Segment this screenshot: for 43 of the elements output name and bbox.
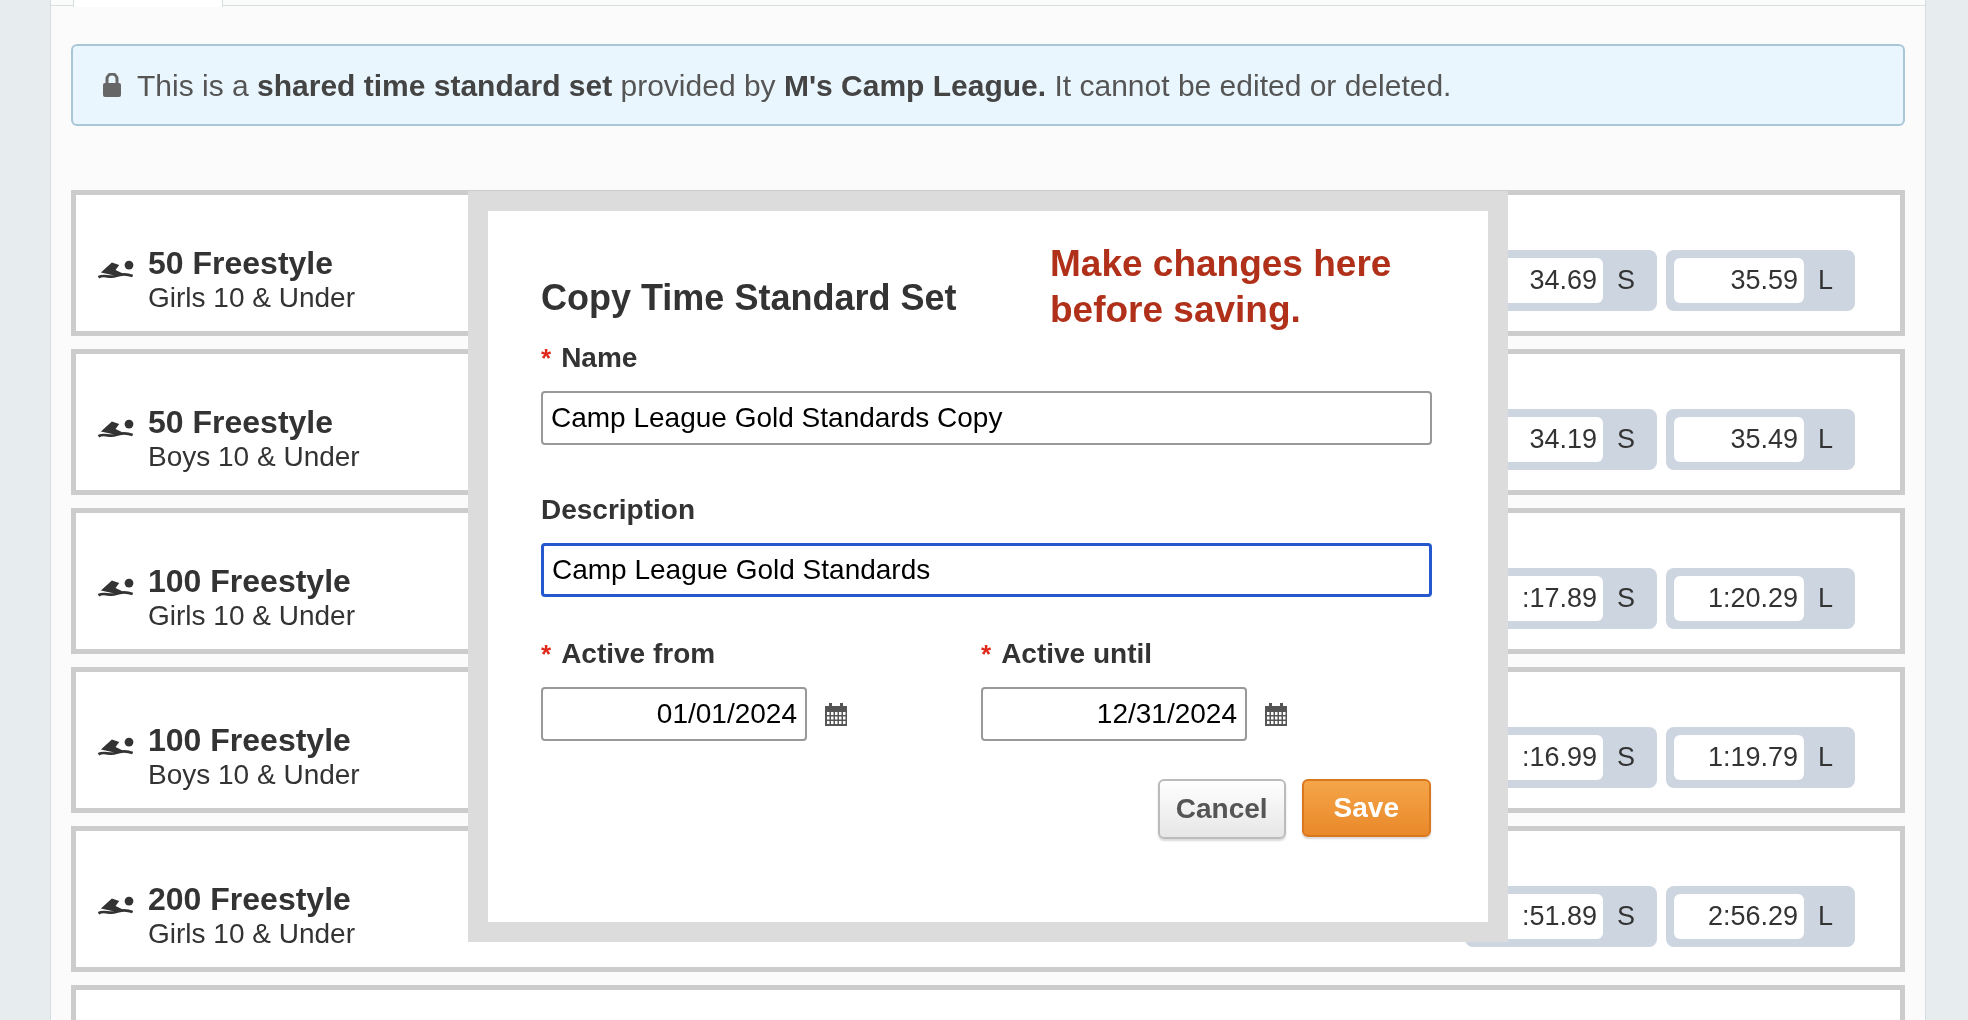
- field-label: Active until: [1001, 637, 1153, 671]
- calendar-icon[interactable]: [1265, 702, 1287, 726]
- text-field[interactable]: Camp League Gold Standards: [541, 543, 1432, 597]
- course-label: L: [1817, 263, 1833, 297]
- dialog-title: Copy Time Standard Set: [541, 276, 957, 320]
- course-label: L: [1817, 422, 1833, 456]
- course-label: L: [1817, 581, 1833, 615]
- field-label: Active from: [561, 637, 716, 671]
- age-group: Boys 10 & Under: [148, 439, 360, 474]
- notice-text: This is a shared time standard set provided by M's Camp League. It cannot be edited or deleted.: [137, 67, 1452, 104]
- time-field[interactable]: 35.49: [1673, 416, 1804, 462]
- required-mark: *: [541, 342, 552, 375]
- text-field[interactable]: Camp League Gold Standards Copy: [541, 391, 1432, 445]
- age-group: Boys 10 & Under: [148, 757, 360, 792]
- date-field[interactable]: 01/01/2024: [541, 687, 807, 741]
- course-label: S: [1616, 263, 1635, 297]
- date-field[interactable]: 12/31/2024: [981, 687, 1247, 741]
- field-label: Description: [541, 493, 696, 527]
- course-label: L: [1817, 740, 1833, 774]
- event-name: 200 Freestyle: [148, 881, 352, 917]
- event-name: 100 Freestyle: [148, 722, 352, 758]
- time-field[interactable]: 1:19.79: [1673, 734, 1804, 780]
- required-mark: *: [541, 638, 552, 671]
- age-group: Girls 10 & Under: [148, 598, 355, 633]
- course-label: S: [1616, 581, 1635, 615]
- course-label: S: [1616, 899, 1635, 933]
- time-field[interactable]: 2:56.29: [1673, 893, 1804, 939]
- course-label: L: [1817, 899, 1833, 933]
- event-name: 100 Freestyle: [148, 563, 352, 599]
- calendar-icon[interactable]: [825, 702, 847, 726]
- course-label: S: [1616, 740, 1635, 774]
- cancel-button[interactable]: Cancel: [1157, 779, 1286, 839]
- time-field[interactable]: 35.59: [1673, 257, 1804, 303]
- required-mark: *: [981, 638, 992, 671]
- time-field[interactable]: 1:20.29: [1673, 575, 1804, 621]
- field-label: Name: [561, 341, 638, 375]
- course-label: S: [1616, 422, 1635, 456]
- event-name: 50 Freestyle: [148, 404, 334, 440]
- lock-icon: [103, 73, 121, 97]
- age-group: Girls 10 & Under: [148, 916, 355, 951]
- event-name: 50 Freestyle: [148, 245, 334, 281]
- age-group: Girls 10 & Under: [148, 280, 355, 315]
- instruction-note: Make changes here before saving.: [1050, 242, 1393, 332]
